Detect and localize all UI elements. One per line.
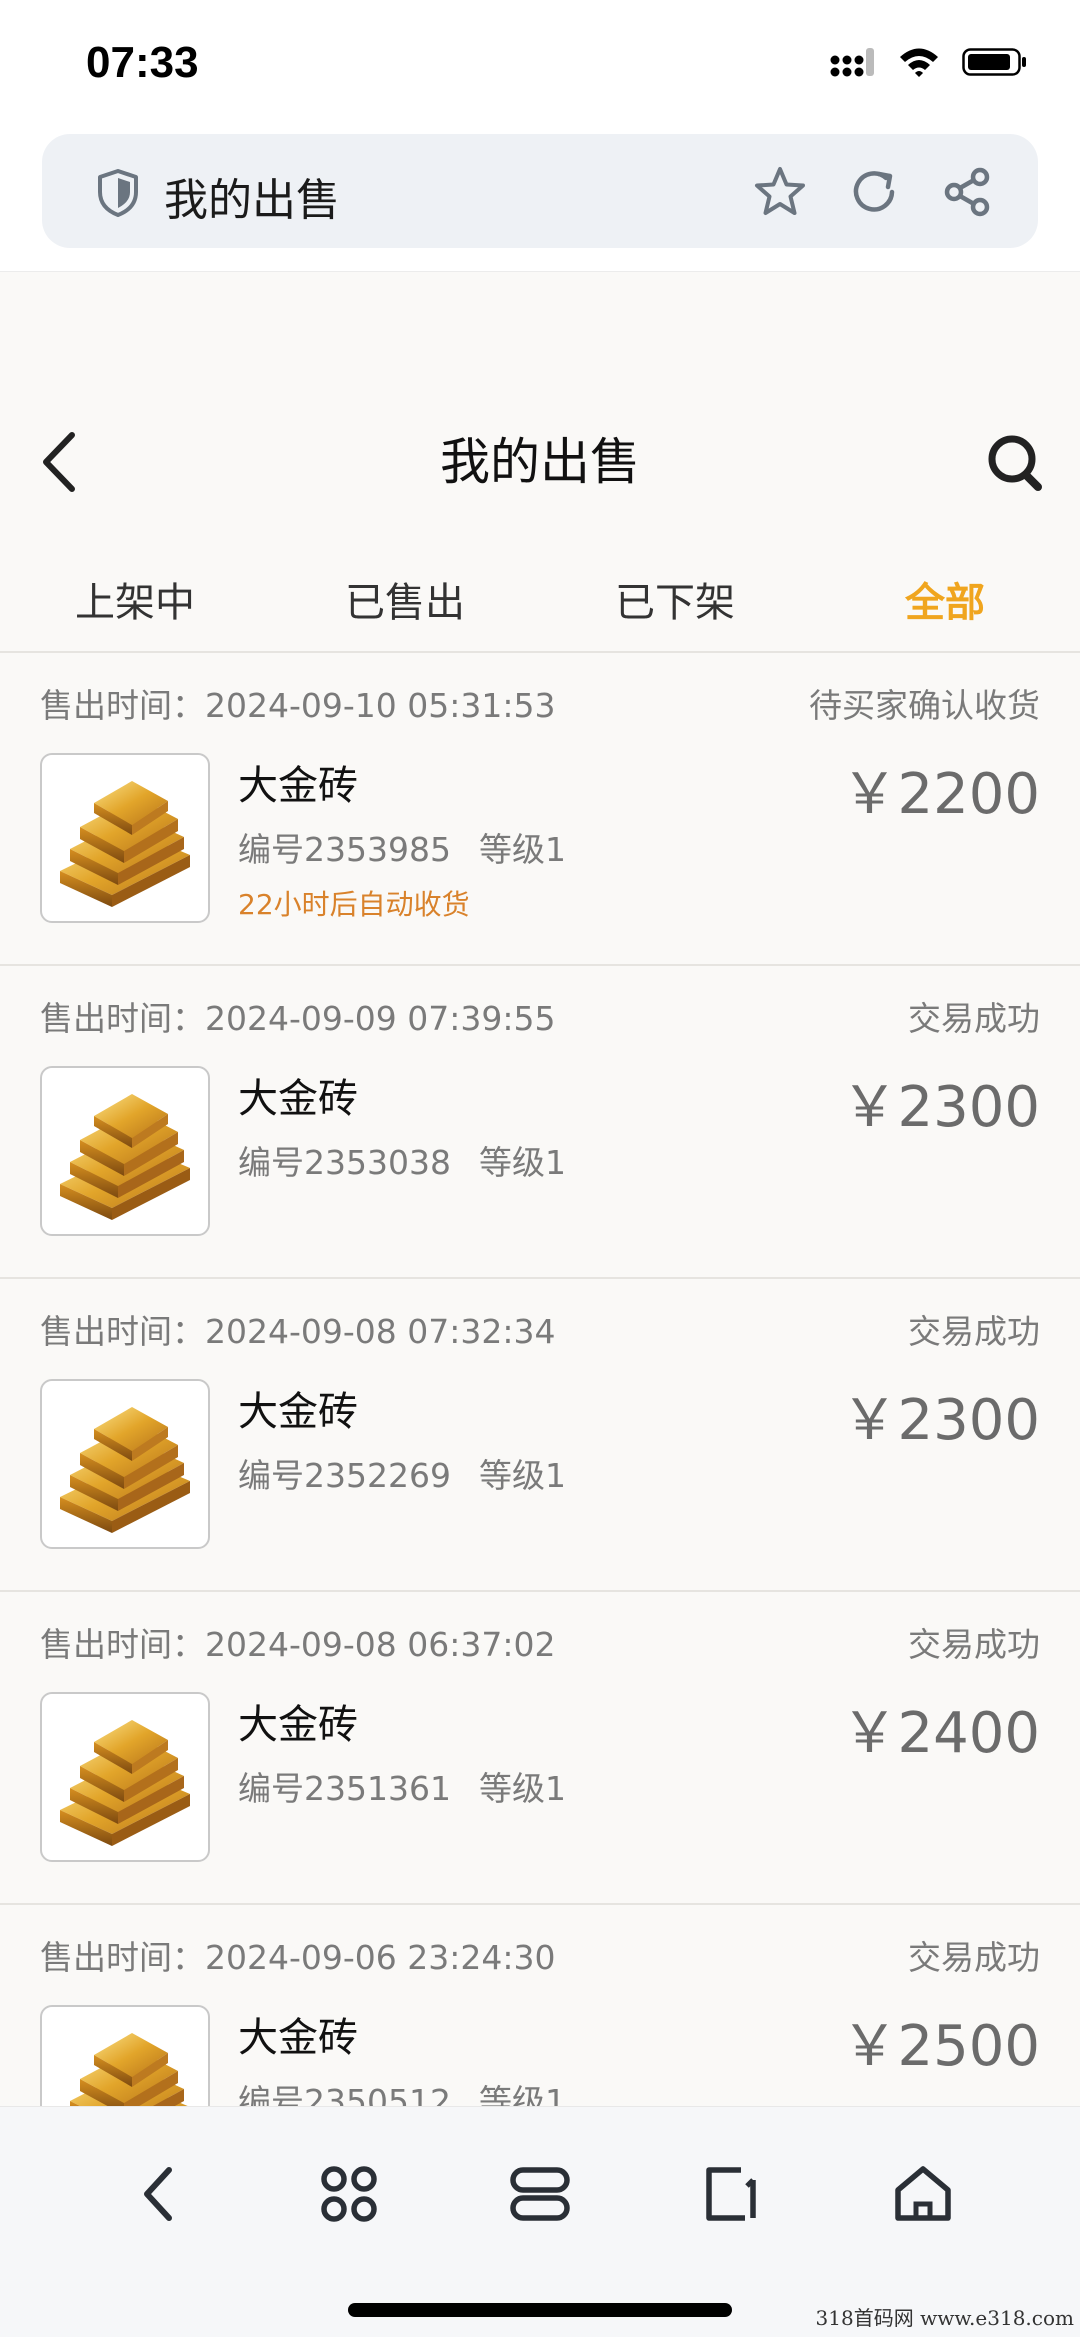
gold-bar-icon <box>60 1094 190 1220</box>
nav-home-button[interactable] <box>878 2149 968 2239</box>
sale-time: 售出时间：2024-09-06 23:24:30 <box>40 1938 556 1977</box>
item-thumbnail[interactable] <box>40 1379 210 1549</box>
item-price: ￥2400 <box>841 1701 1040 1766</box>
item-thumbnail[interactable] <box>40 1066 210 1236</box>
tab-bar: 上架中 已售出 已下架 全部 <box>0 552 1080 662</box>
apps-icon <box>321 2166 377 2222</box>
page-header: 我的出售 上架中 已售出 已下架 全部 <box>0 272 1080 662</box>
item-name: 大金砖 <box>238 763 358 809</box>
tabs-icon <box>510 2167 570 2221</box>
address-title: 我的出售 <box>164 175 340 226</box>
order-status: 交易成功 <box>908 1312 1040 1351</box>
sale-time: 售出时间：2024-09-09 07:39:55 <box>40 999 556 1038</box>
tab-listed[interactable]: 上架中 <box>0 552 270 662</box>
home-indicator <box>348 2303 732 2317</box>
search-icon <box>988 435 1042 491</box>
tab-sold[interactable]: 已售出 <box>270 552 540 662</box>
share-icon <box>944 167 990 217</box>
item-thumbnail[interactable] <box>40 1692 210 1862</box>
list-item[interactable]: 售出时间：2024-09-08 06:37:02 交易成功 大金砖 编号2351… <box>0 1592 1080 1905</box>
order-list: 售出时间：2024-09-10 05:31:53 待买家确认收货 大金砖 编号2… <box>0 653 1080 2218</box>
item-name: 大金砖 <box>238 1702 358 1748</box>
bookmark-button[interactable] <box>752 164 808 220</box>
nav-pages-button[interactable] <box>686 2149 776 2239</box>
item-level: 等级1 <box>478 1456 566 1495</box>
list-item[interactable]: 售出时间：2024-09-10 05:31:53 待买家确认收货 大金砖 编号2… <box>0 653 1080 966</box>
tab-delisted[interactable]: 已下架 <box>540 552 810 662</box>
list-item[interactable]: 售出时间：2024-09-08 07:32:34 交易成功 大金砖 编号2352… <box>0 1279 1080 1592</box>
page-count-icon <box>706 2167 756 2221</box>
item-meta: 编号2351361 等级1 <box>238 1762 566 1810</box>
order-status: 交易成功 <box>908 999 1040 1038</box>
address-bar[interactable]: 我的出售 <box>42 134 1038 248</box>
auto-receive-note: 22小时后自动收货 <box>238 888 470 921</box>
share-button[interactable] <box>940 164 996 220</box>
list-item[interactable]: 售出时间：2024-09-09 07:39:55 交易成功 大金砖 编号2353… <box>0 966 1080 1279</box>
item-name: 大金砖 <box>238 2015 358 2061</box>
nav-back-button[interactable] <box>112 2149 202 2239</box>
item-price: ￥2300 <box>841 1388 1040 1453</box>
gold-bar-icon <box>60 1407 190 1533</box>
status-time: 07:33 <box>86 38 199 87</box>
browser-bottom-nav: 318首码网 www.e318.com <box>0 2106 1080 2337</box>
item-name: 大金砖 <box>238 1076 358 1122</box>
item-price: ￥2500 <box>841 2014 1040 2079</box>
nav-tabs-button[interactable] <box>495 2149 585 2239</box>
tab-all[interactable]: 全部 <box>810 552 1080 662</box>
item-price: ￥2300 <box>841 1075 1040 1140</box>
order-status: 交易成功 <box>908 1938 1040 1977</box>
search-button[interactable] <box>980 422 1050 502</box>
watermark-text: 318首码网 www.e318.com <box>815 2306 1074 2330</box>
chevron-left-icon <box>144 2167 172 2221</box>
sale-time: 售出时间：2024-09-08 07:32:34 <box>40 1312 556 1351</box>
item-meta: 编号2353038 等级1 <box>238 1136 566 1184</box>
item-level: 等级1 <box>478 1769 566 1808</box>
item-price: ￥2200 <box>841 762 1040 827</box>
item-name: 大金砖 <box>238 1389 358 1435</box>
item-level: 等级1 <box>478 1143 566 1182</box>
sale-time: 售出时间：2024-09-10 05:31:53 <box>40 686 556 725</box>
reload-icon <box>853 171 895 212</box>
sale-time: 售出时间：2024-09-08 06:37:02 <box>40 1625 556 1664</box>
gold-bar-icon <box>60 1720 190 1846</box>
item-serial: 编号2351361 <box>238 1769 451 1808</box>
item-thumbnail[interactable] <box>40 753 210 923</box>
item-serial: 编号2353985 <box>238 830 451 869</box>
gold-bar-icon <box>60 781 190 907</box>
browser-toolbar: 我的出售 <box>0 130 1080 272</box>
status-icons <box>830 46 1028 78</box>
page-title: 我的出售 <box>440 433 640 491</box>
signal-icon <box>830 48 874 77</box>
home-icon <box>895 2166 951 2221</box>
item-meta: 编号2352269 等级1 <box>238 1449 566 1497</box>
wifi-icon <box>900 48 938 77</box>
status-bar: 07:33 <box>0 0 1080 130</box>
shield-icon <box>98 169 138 217</box>
battery-icon <box>962 48 1026 76</box>
order-status: 待买家确认收货 <box>809 686 1040 725</box>
nav-apps-button[interactable] <box>304 2149 394 2239</box>
star-icon <box>755 167 805 215</box>
item-serial: 编号2352269 <box>238 1456 451 1495</box>
item-serial: 编号2353038 <box>238 1143 451 1182</box>
order-status: 交易成功 <box>908 1625 1040 1664</box>
item-meta: 编号2353985 等级1 <box>238 823 566 871</box>
item-level: 等级1 <box>478 830 566 869</box>
reload-button[interactable] <box>846 164 902 220</box>
